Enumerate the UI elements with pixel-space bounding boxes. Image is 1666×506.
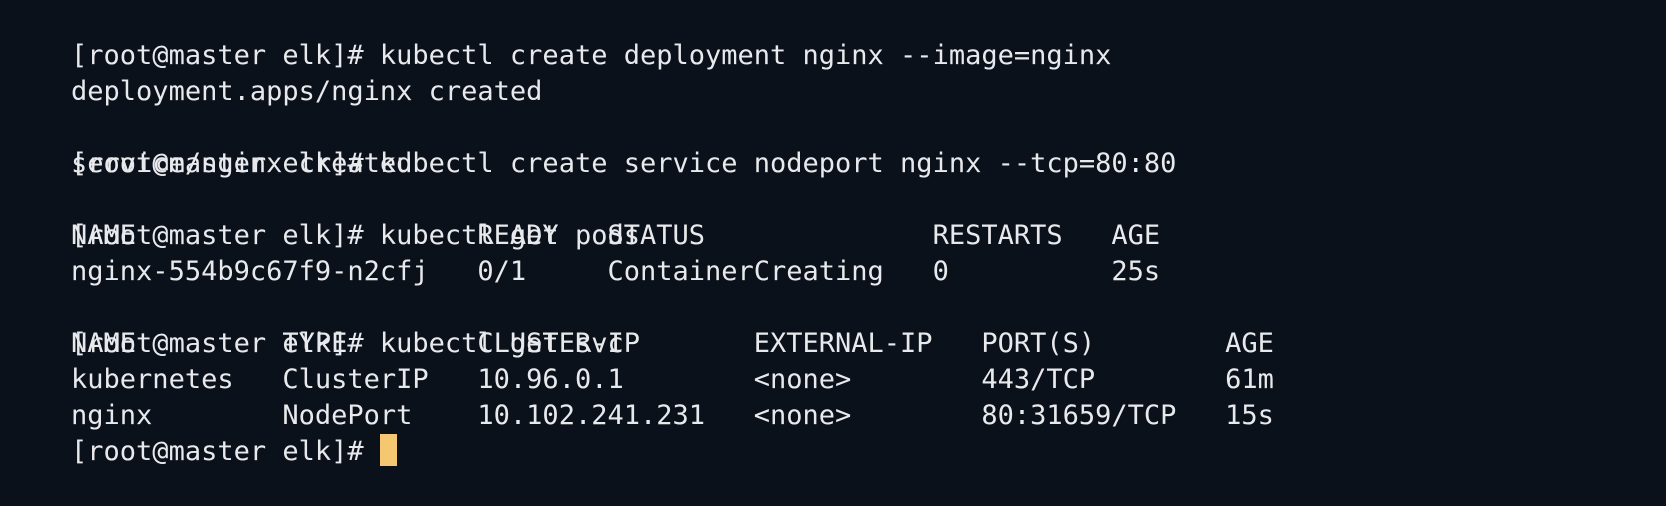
command-line: [root@master elk]# kubectl create deploy…	[0, 2, 1666, 71]
table-header-row: NAME TYPE CLUSTER-IP EXTERNAL-IP PORT(S)…	[0, 290, 1666, 359]
table-header-row: NAME READY STATUS RESTARTS AGE	[0, 182, 1666, 251]
table-row: nginx-554b9c67f9-n2cfj 0/1 ContainerCrea…	[0, 218, 1666, 287]
command-line: [ [root@master elk]# kubectl get svc	[0, 254, 1666, 359]
prompt-marker-icon: [	[0, 254, 6, 290]
output-line: service/nginx created	[0, 110, 1666, 179]
prompt-line[interactable]: [root@master elk]#	[0, 398, 1666, 467]
prompt-marker-icon: [	[0, 146, 6, 182]
terminal-cursor[interactable]	[379, 434, 397, 466]
command-line: [ [root@master elk]# kubectl create serv…	[0, 74, 1666, 179]
prompt-marker-icon: [	[0, 74, 6, 110]
command-line: [ [root@master elk]# kubectl get pods	[0, 146, 1666, 251]
output-line: deployment.apps/nginx created	[0, 38, 1666, 107]
prompt-text: [root@master elk]#	[71, 436, 380, 467]
terminal-window[interactable]: [root@master elk]# kubectl create deploy…	[0, 0, 1666, 467]
table-row: nginx NodePort 10.102.241.231 <none> 80:…	[0, 362, 1666, 431]
table-row: kubernetes ClusterIP 10.96.0.1 <none> 44…	[0, 326, 1666, 395]
